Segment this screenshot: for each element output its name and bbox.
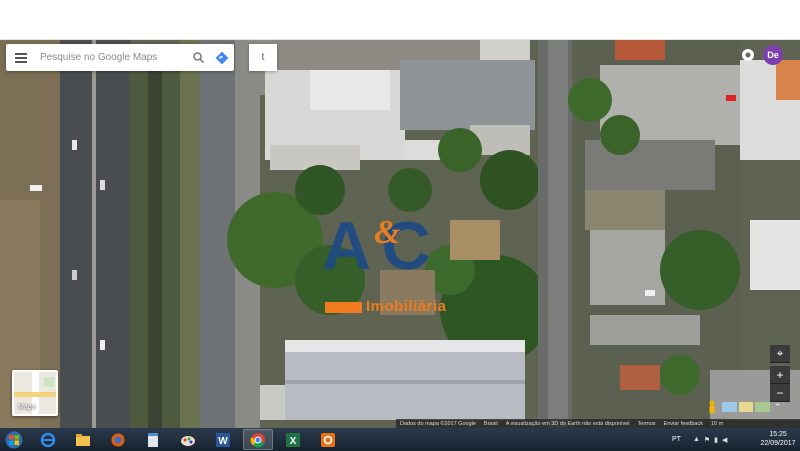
menu-icon[interactable] (6, 44, 36, 71)
attribution-country: Brasil (483, 420, 498, 427)
svg-text:W: W (218, 436, 228, 447)
zoom-in-button[interactable]: + (770, 366, 790, 384)
file-explorer-icon[interactable] (68, 429, 98, 450)
internet-explorer-icon[interactable] (33, 429, 63, 450)
search-icon[interactable] (186, 44, 210, 71)
expand-icon[interactable]: ⌃ (774, 402, 786, 412)
logo-ampersand: & (374, 214, 401, 251)
tray-expand-icon[interactable]: ▲ (693, 436, 700, 444)
tray-icons: ▲ ⚑ ▮ ◀ (693, 436, 727, 444)
volume-icon[interactable]: ◀ (722, 436, 727, 444)
attribution-bar: Dados do mapa ©2017 Google Brasil A visu… (396, 419, 800, 428)
layer-toggle-label: Mapa (18, 404, 36, 411)
notepad-icon[interactable] (138, 429, 168, 450)
windows-logo-icon (5, 431, 23, 448)
clock-date: 22/09/2017 (760, 440, 796, 447)
scale-label[interactable]: 10 m (711, 421, 723, 427)
imagery-thumbnails[interactable] (722, 402, 771, 412)
chrome-icon[interactable] (243, 429, 273, 450)
word-icon[interactable]: W (208, 429, 238, 450)
collapsed-panel-tab[interactable]: t (249, 44, 277, 71)
svg-text:X: X (290, 436, 297, 447)
clock[interactable]: 15:25 22/09/2017 (760, 430, 796, 448)
map-controls: ⌖ + − (770, 345, 790, 402)
clock-time: 15:25 (769, 431, 787, 438)
search-input[interactable] (36, 47, 186, 68)
directions-icon[interactable] (210, 44, 234, 71)
logo-bar (325, 302, 362, 313)
account-avatar[interactable]: De (763, 45, 783, 65)
layer-toggle[interactable]: Mapa (12, 370, 58, 416)
company-logo-watermark: A C & Imobiliária (322, 212, 482, 322)
zoom-out-button[interactable]: − (770, 384, 790, 402)
attribution-data: Dados do mapa ©2017 Google (400, 420, 476, 427)
firefox-icon[interactable] (103, 429, 133, 450)
apps-grid-icon[interactable] (740, 47, 756, 63)
satellite-map[interactable]: A C & Imobiliária (0, 40, 800, 428)
flag-icon[interactable]: ⚑ (704, 436, 710, 444)
feedback-link[interactable]: Enviar feedback (664, 421, 703, 427)
orange-app-icon[interactable] (313, 429, 343, 450)
excel-icon[interactable]: X (278, 429, 308, 450)
search-box (6, 44, 234, 71)
system-tray: PT ▲ ⚑ ▮ ◀ 15:25 22/09/2017 (664, 428, 800, 451)
network-icon[interactable]: ▮ (714, 436, 718, 444)
terms-link[interactable]: Termos (638, 421, 656, 427)
start-button[interactable] (0, 428, 28, 451)
browser-top-area (0, 0, 800, 40)
attribution-note: A visualização em 3D do Earth não está d… (505, 420, 630, 427)
pegman-icon[interactable] (706, 400, 718, 414)
logo-subtitle: Imobiliária (366, 298, 447, 315)
paint-icon[interactable] (173, 429, 203, 450)
compass-button[interactable]: ⌖ (770, 345, 790, 363)
language-indicator[interactable]: PT (672, 436, 681, 443)
screen: A C & Imobiliária t De Mapa ⌖ + (0, 0, 800, 451)
